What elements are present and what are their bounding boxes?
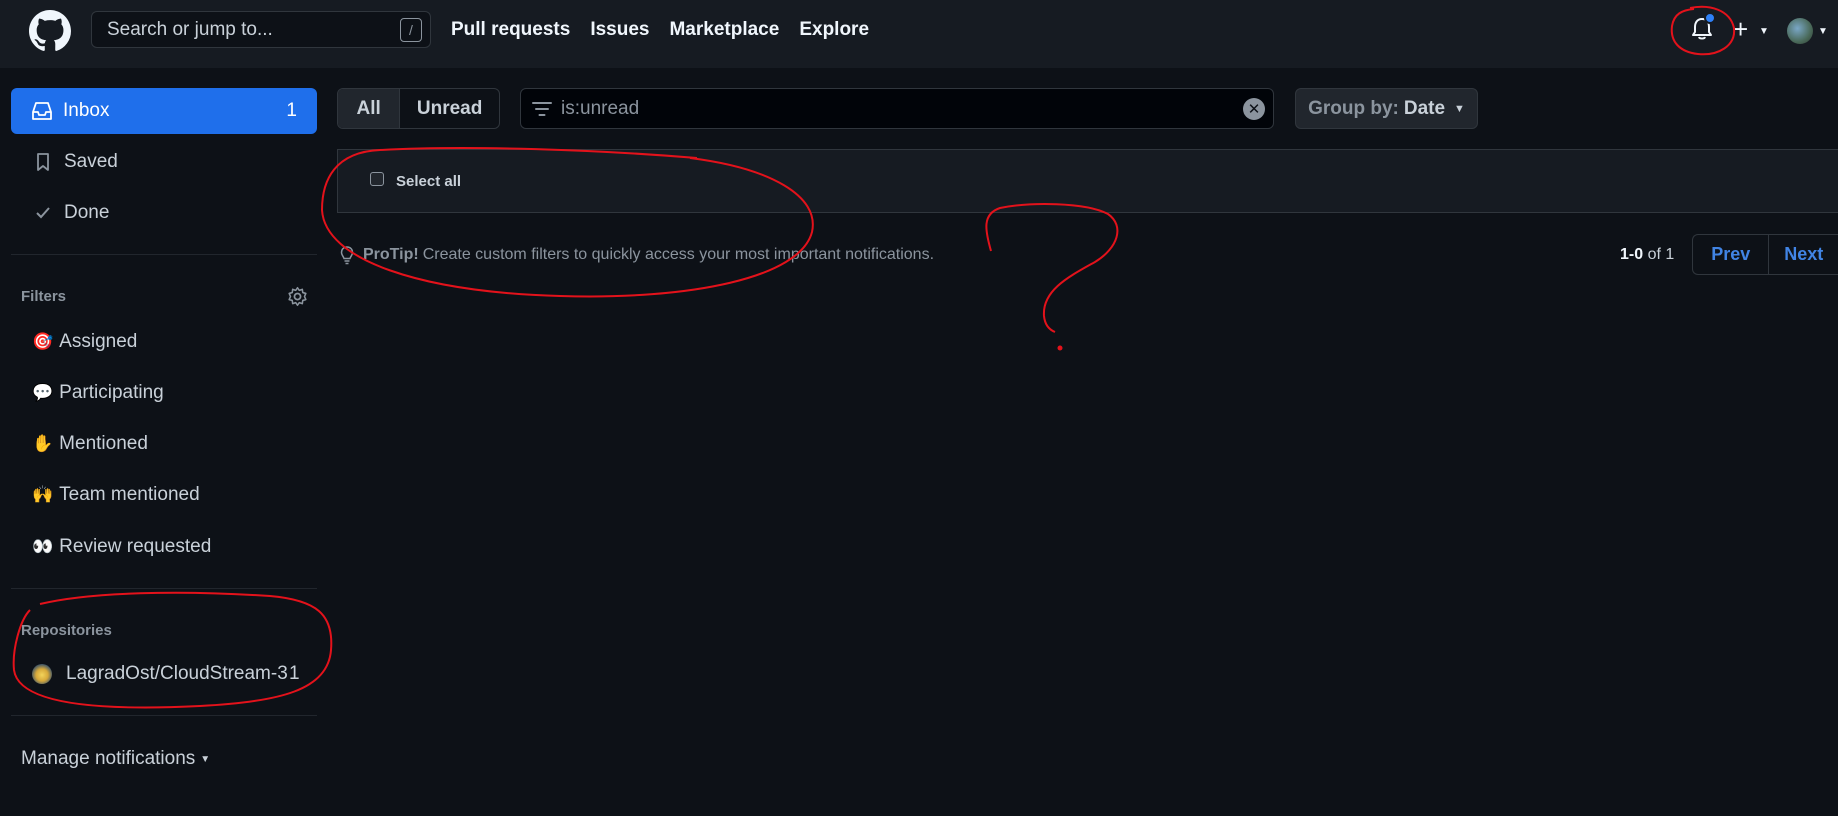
create-new-icon[interactable]: + [1733,14,1748,45]
notifications-list-header: Select all [337,149,1838,213]
divider [11,715,317,716]
filter-assigned[interactable]: 🎯 Assigned [32,331,137,353]
sidebar-item-label: Inbox [63,100,110,121]
sidebar-item-inbox[interactable]: Inbox 1 [11,88,317,134]
filter-icon [532,102,552,116]
pagination: Prev Next [1692,234,1838,275]
lightbulb-icon [340,246,354,265]
pagination-range: 1-0 [1620,246,1644,263]
prev-page-button[interactable]: Prev [1693,235,1770,274]
search-placeholder: Search or jump to... [107,18,273,40]
filter-label: Assigned [59,331,138,352]
chevron-down-icon[interactable]: ▼ [1759,26,1769,37]
filter-team-mentioned[interactable]: 🙌 Team mentioned [32,484,200,506]
inbox-count-badge: 1 [286,100,297,121]
search-input[interactable]: Search or jump to... / [91,11,431,48]
gear-icon[interactable] [287,286,308,307]
filter-label: Participating [59,382,164,403]
group-by-dropdown[interactable]: Group by: Date ▼ [1295,88,1478,129]
annotation-question-mark [985,203,1119,333]
filter-participating[interactable]: 💬 Participating [32,382,164,404]
repo-avatar-icon [32,664,52,684]
chevron-down-icon: ▼ [1454,102,1465,115]
select-all-checkbox[interactable] [370,172,384,186]
protip-lead: ProTip! [363,246,419,263]
filter-label: Team mentioned [59,484,200,505]
top-header: Search or jump to... / Pull requests Iss… [0,0,1838,68]
filter-query-text: is:unread [561,97,640,119]
bookmark-icon [32,152,54,172]
repo-count-badge: 1 [289,663,300,684]
tab-unread[interactable]: Unread [400,89,499,128]
group-by-prefix: Group by: [1308,97,1399,119]
nav-pull-requests[interactable]: Pull requests [451,19,570,41]
repo-item[interactable]: LagradOst/CloudStream-3 1 [32,663,300,685]
sidebar-item-label: Done [64,202,110,223]
pagination-total: of 1 [1647,246,1675,263]
annotation-circle-repositories [12,591,333,709]
avatar[interactable] [1787,18,1813,44]
sidebar-item-label: Saved [64,151,118,172]
repositories-heading: Repositories [21,622,112,639]
raised-hand-icon: ✋ [32,434,54,453]
inbox-icon [32,102,52,120]
sidebar-item-saved[interactable]: Saved [32,151,118,173]
manage-notifications-dropdown[interactable]: Manage notifications ▼ [21,748,210,770]
clear-filter-icon[interactable]: ✕ [1243,98,1265,120]
annotation-question-dot [1057,345,1063,351]
tab-all[interactable]: All [338,89,401,128]
global-nav: Pull requests Issues Marketplace Explore [451,0,869,60]
protip-text: Create custom filters to quickly access … [422,246,935,263]
filter-label: Review requested [59,536,212,557]
check-icon [32,206,54,220]
search-shortcut-key: / [400,18,422,42]
nav-explore[interactable]: Explore [799,19,869,41]
filters-heading: Filters [21,288,67,305]
read-state-toggle: All Unread [337,88,500,129]
group-by-value: Date [1403,97,1446,119]
protip: ProTip! Create custom filters to quickly… [339,245,934,265]
nav-issues[interactable]: Issues [590,19,649,41]
speech-bubble-icon: 💬 [32,383,54,402]
github-logo-icon[interactable] [29,10,71,52]
unread-indicator-dot [1704,12,1716,24]
nav-marketplace[interactable]: Marketplace [669,19,779,41]
divider [11,588,317,589]
chevron-down-icon[interactable]: ▼ [1818,26,1828,37]
eyes-icon: 👀 [32,537,54,556]
repo-name: LagradOst/CloudStream-3 [66,663,288,684]
sidebar-item-done[interactable]: Done [32,202,109,224]
divider [11,254,317,255]
select-all-label: Select all [396,172,462,190]
pagination-count: 1-0 of 1 [1620,246,1674,264]
manage-notifications-label: Manage notifications [21,748,196,769]
filter-mentioned[interactable]: ✋ Mentioned [32,433,148,455]
next-page-button[interactable]: Next [1769,235,1838,274]
chevron-down-icon: ▼ [200,753,211,765]
filter-label: Mentioned [59,433,148,454]
target-icon: 🎯 [32,332,54,351]
filter-review-requested[interactable]: 👀 Review requested [32,536,211,558]
notification-filter-input[interactable]: is:unread ✕ [520,88,1274,129]
raising-hands-icon: 🙌 [32,485,54,504]
